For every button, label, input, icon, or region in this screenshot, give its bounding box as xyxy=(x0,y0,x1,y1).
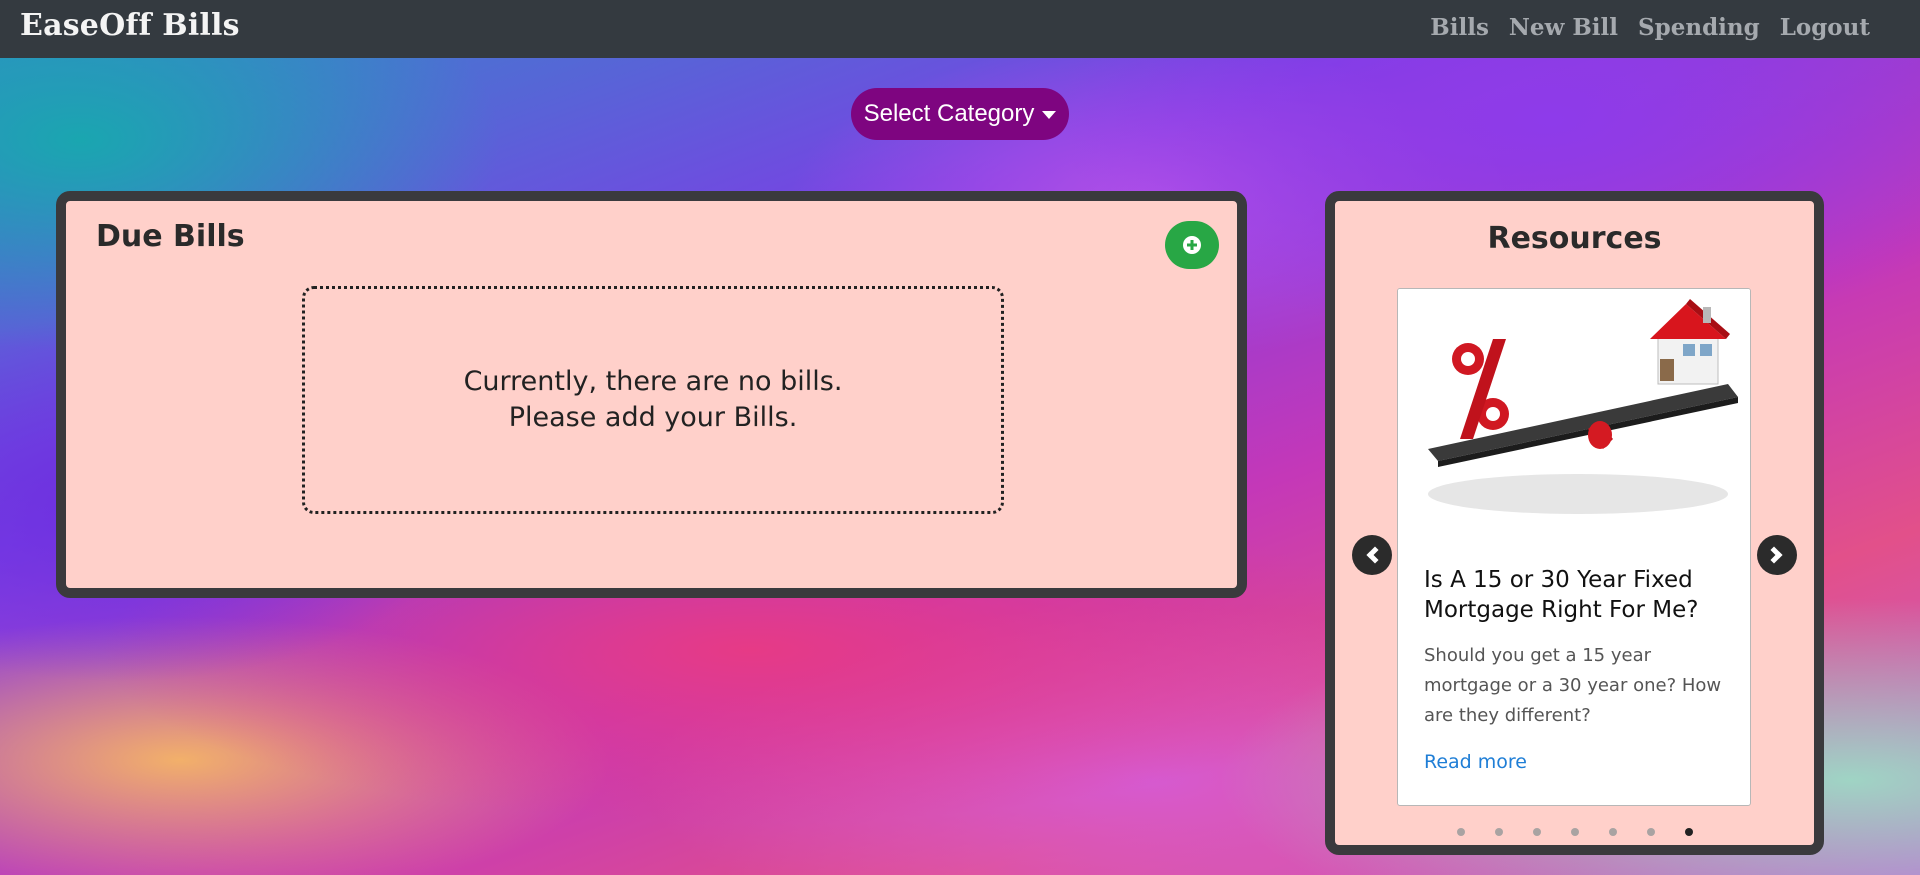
carousel-indicator-dot[interactable] xyxy=(1456,828,1465,836)
resource-card: Is A 15 or 30 Year Fixed Mortgage Right … xyxy=(1397,288,1751,806)
card-title: Is A 15 or 30 Year Fixed Mortgage Right … xyxy=(1424,567,1699,623)
carousel-next-button[interactable] xyxy=(1757,535,1797,575)
carousel-indicator-dot[interactable] xyxy=(1494,828,1503,836)
card-image-mortgage-seesaw xyxy=(1398,289,1750,539)
add-bill-button[interactable] xyxy=(1165,221,1219,269)
empty-bills-message: Currently, there are no bills. Please ad… xyxy=(302,286,1004,514)
carousel-indicator-dot[interactable] xyxy=(1532,828,1541,836)
carousel-indicator-dot[interactable] xyxy=(1684,828,1693,836)
nav-link-logout[interactable]: Logout xyxy=(1780,14,1870,41)
caret-down-icon xyxy=(1042,111,1057,119)
resources-panel: Resources Is A 15 or 30 Year Fixed Mortg… xyxy=(1325,191,1824,855)
category-dropdown-label: Select Category xyxy=(863,100,1035,127)
due-bills-title: Due Bills xyxy=(96,219,245,254)
chevron-right-icon xyxy=(1765,546,1783,564)
nav-link-bills[interactable]: Bills xyxy=(1430,14,1489,41)
chevron-left-icon xyxy=(1366,546,1384,564)
carousel-indicator-dot[interactable] xyxy=(1570,828,1579,836)
brand-logo[interactable]: EaseOff Bills xyxy=(20,8,240,43)
due-bills-panel: Due Bills Currently, there are no bills.… xyxy=(56,191,1247,598)
empty-message-line1: Currently, there are no bills. xyxy=(463,366,843,397)
carousel-prev-button[interactable] xyxy=(1352,535,1392,575)
empty-message-line2: Please add your Bills. xyxy=(508,402,798,433)
card-text: Should you get a 15 year mortgage or a 3… xyxy=(1424,645,1722,726)
resources-title: Resources xyxy=(1487,221,1662,256)
category-dropdown[interactable]: Select Category xyxy=(851,88,1069,140)
navbar: EaseOff Bills Bills New Bill Spending Lo… xyxy=(0,0,1920,58)
carousel-indicators xyxy=(1335,828,1814,836)
nav-links: Bills New Bill Spending Logout xyxy=(1430,14,1870,41)
carousel-indicator-dot[interactable] xyxy=(1608,828,1617,836)
read-more-link[interactable]: Read more xyxy=(1424,751,1527,773)
nav-link-spending[interactable]: Spending xyxy=(1638,14,1760,41)
carousel-indicator-dot[interactable] xyxy=(1646,828,1655,836)
plus-circle-icon xyxy=(1183,236,1201,254)
nav-link-new-bill[interactable]: New Bill xyxy=(1509,14,1618,41)
